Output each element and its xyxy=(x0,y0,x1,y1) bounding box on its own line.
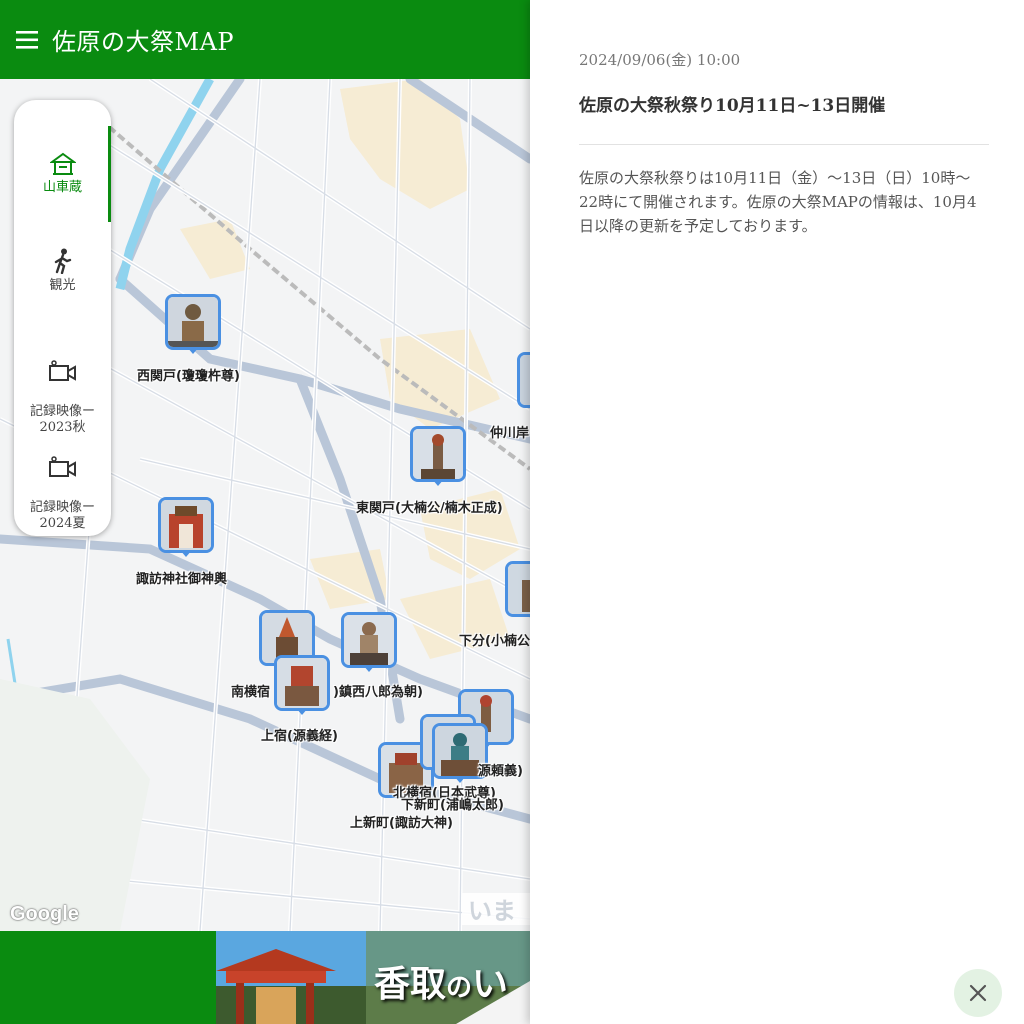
map-marker[interactable] xyxy=(410,426,466,486)
map-marker[interactable] xyxy=(165,294,221,354)
app-title: 佐原の大祭MAP xyxy=(52,28,235,56)
map-marker[interactable] xyxy=(517,352,530,408)
nav-label: 記録映像ー 2023秋 xyxy=(29,404,95,435)
nav-item-video-2023[interactable]: 記録映像ー 2023秋 xyxy=(14,344,111,436)
marker-label[interactable]: 南横宿 xyxy=(231,681,270,700)
nav-label: 山車蔵 xyxy=(42,180,82,195)
shrine-icon xyxy=(49,152,76,175)
side-nav: 山車蔵 観光 記録映像ー 2023秋 記録映像ー 2024夏 xyxy=(14,100,111,536)
marker-label[interactable]: 上宿(源義経) xyxy=(261,725,338,744)
menu-icon xyxy=(16,30,38,49)
menu-button[interactable] xyxy=(0,0,56,79)
marker-label[interactable]: 諏訪神社御神輿 xyxy=(136,568,227,587)
watermark-text: いま xyxy=(468,897,516,925)
marker-label[interactable]: 上新町(諏訪大神) xyxy=(350,812,453,831)
nav-item-yamakura[interactable]: 山車蔵 xyxy=(14,152,111,196)
banner-text: 香取のい xyxy=(374,963,509,1005)
map-marker[interactable] xyxy=(505,561,530,621)
close-button[interactable] xyxy=(954,969,1002,1017)
news-body: 佐原の大祭秋祭りは10月11日（金）〜13日（日）10時〜22時にて開催されます… xyxy=(579,169,977,235)
app-header: 佐原の大祭MAP xyxy=(0,0,530,79)
marker-label[interactable]: 下新町(浦嶋太郎) xyxy=(401,794,504,813)
ad-banner[interactable]: 香取のい xyxy=(216,931,530,1024)
marker-label[interactable]: 源頼義) xyxy=(478,760,523,779)
map-marker[interactable] xyxy=(158,497,214,557)
nav-label: 記録映像ー 2024夏 xyxy=(29,500,95,531)
nav-label: 観光 xyxy=(49,278,76,293)
marker-label[interactable]: 下分(小楠公 xyxy=(459,630,530,649)
marker-label[interactable]: 仲川岸 xyxy=(490,422,529,441)
divider xyxy=(579,144,989,145)
marker-label[interactable]: )鎮西八郎為朝) xyxy=(333,681,423,700)
video-camera-icon xyxy=(48,456,76,477)
walking-icon xyxy=(54,248,71,274)
map-app: 佐原の大祭MAP いま 西関戸(瓊瓊杵尊) 仲川岸 東関戸(大楠公/楠木正成) … xyxy=(0,0,530,1024)
news-panel: 2024/09/06(金) 10:00 佐原の大祭秋祭り10月11日~13日開催… xyxy=(530,0,1024,1024)
news-title: 佐原の大祭秋祭り10月11日~13日開催 xyxy=(579,96,886,116)
video-camera-icon xyxy=(48,360,76,381)
nav-item-video-2024[interactable]: 記録映像ー 2024夏 xyxy=(14,440,111,532)
marker-label[interactable]: 西関戸(瓊瓊杵尊) xyxy=(137,365,240,384)
close-icon xyxy=(969,984,987,1002)
map-marker[interactable] xyxy=(341,612,397,672)
news-date: 2024/09/06(金) 10:00 xyxy=(579,51,741,69)
marker-label[interactable]: 東関戸(大楠公/楠木正成) xyxy=(356,497,503,516)
nav-item-kanko[interactable]: 観光 xyxy=(14,248,111,294)
google-logo: Google xyxy=(10,903,79,925)
map-marker[interactable] xyxy=(274,655,330,715)
